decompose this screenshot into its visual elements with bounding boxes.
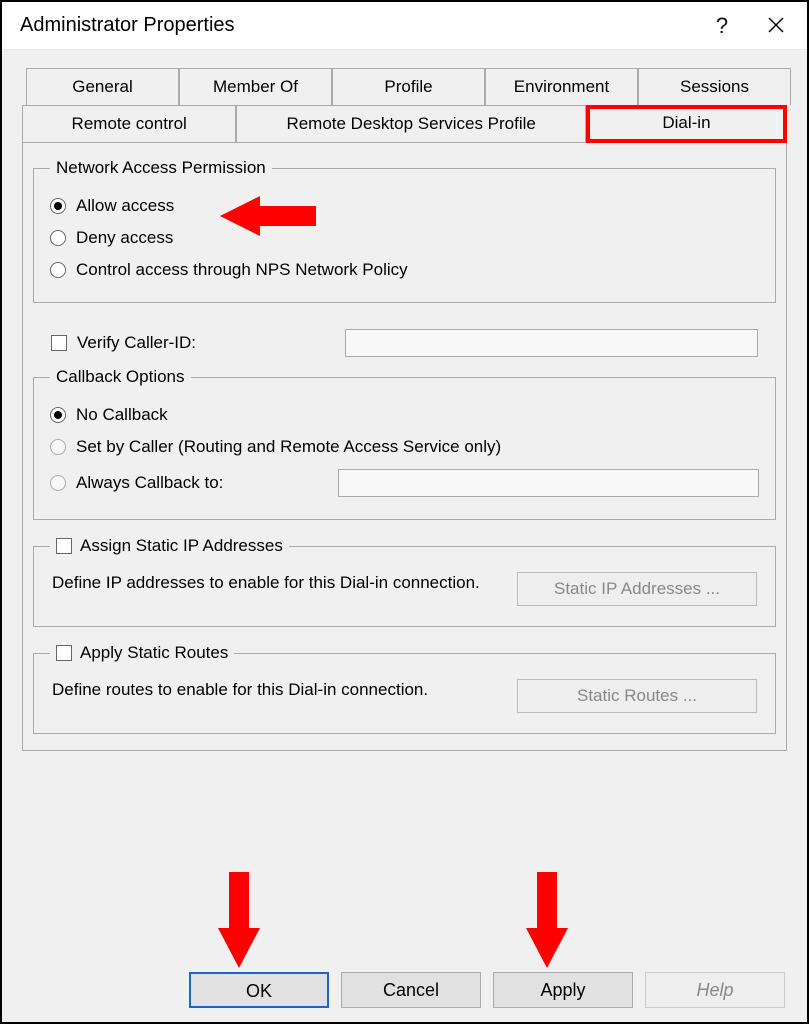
tab-row-2: Remote control Remote Desktop Services P…	[22, 105, 787, 143]
titlebar: Administrator Properties ?	[2, 2, 807, 50]
group-callback-title: Callback Options	[50, 367, 191, 387]
radio-set-by-caller[interactable]	[50, 439, 66, 455]
radio-no-callback-row[interactable]: No Callback	[50, 399, 759, 431]
radio-deny-access-label: Deny access	[76, 228, 173, 248]
radio-always-callback[interactable]	[50, 475, 66, 491]
static-ip-row: Define IP addresses to enable for this D…	[50, 568, 759, 610]
verify-caller-label: Verify Caller-ID:	[77, 333, 257, 353]
static-routes-button[interactable]: Static Routes ...	[517, 679, 757, 713]
help-button[interactable]: Help	[645, 972, 785, 1008]
close-icon[interactable]	[749, 8, 803, 44]
radio-no-callback-label: No Callback	[76, 405, 168, 425]
verify-caller-row: Verify Caller-ID:	[33, 319, 776, 367]
radio-allow-access-row[interactable]: Allow access	[50, 190, 759, 222]
always-callback-input[interactable]	[338, 469, 759, 497]
group-static-routes-legend: Apply Static Routes	[50, 643, 234, 663]
tab-rds-profile[interactable]: Remote Desktop Services Profile	[236, 105, 586, 143]
radio-set-by-caller-row[interactable]: Set by Caller (Routing and Remote Access…	[50, 431, 759, 463]
group-static-ip: Assign Static IP Addresses Define IP add…	[33, 536, 776, 627]
assign-static-ip-label: Assign Static IP Addresses	[80, 536, 283, 556]
radio-deny-access-row[interactable]: Deny access	[50, 222, 759, 254]
tab-profile[interactable]: Profile	[332, 68, 485, 105]
static-routes-desc: Define routes to enable for this Dial-in…	[52, 679, 503, 702]
radio-nps-row[interactable]: Control access through NPS Network Polic…	[50, 254, 759, 286]
apply-static-routes-label: Apply Static Routes	[80, 643, 228, 663]
group-network-access: Network Access Permission Allow access D…	[33, 158, 776, 303]
apply-button[interactable]: Apply	[493, 972, 633, 1008]
group-callback: Callback Options No Callback Set by Call…	[33, 367, 776, 520]
cancel-button[interactable]: Cancel	[341, 972, 481, 1008]
tab-dial-in[interactable]: Dial-in	[586, 105, 787, 143]
radio-allow-access[interactable]	[50, 198, 66, 214]
window-title: Administrator Properties	[20, 14, 695, 37]
static-ip-button[interactable]: Static IP Addresses ...	[517, 572, 757, 606]
arrow-icon	[522, 872, 572, 968]
tab-remote-control[interactable]: Remote control	[22, 105, 236, 143]
assign-static-ip-checkbox[interactable]	[56, 538, 72, 554]
radio-no-callback[interactable]	[50, 407, 66, 423]
arrow-icon	[214, 872, 264, 968]
dialog-body: General Member Of Profile Environment Se…	[2, 50, 807, 1022]
tab-sessions[interactable]: Sessions	[638, 68, 791, 105]
tab-member-of[interactable]: Member Of	[179, 68, 332, 105]
verify-caller-input[interactable]	[345, 329, 758, 357]
radio-set-by-caller-label: Set by Caller (Routing and Remote Access…	[76, 437, 501, 457]
help-icon[interactable]: ?	[695, 8, 749, 44]
arrow-icon	[220, 192, 320, 240]
group-network-access-title: Network Access Permission	[50, 158, 272, 178]
tab-environment[interactable]: Environment	[485, 68, 638, 105]
tab-content: Network Access Permission Allow access D…	[22, 142, 787, 751]
group-static-routes: Apply Static Routes Define routes to ena…	[33, 643, 776, 734]
radio-deny-access[interactable]	[50, 230, 66, 246]
static-routes-row: Define routes to enable for this Dial-in…	[50, 675, 759, 717]
radio-nps-label: Control access through NPS Network Polic…	[76, 260, 408, 280]
radio-allow-access-label: Allow access	[76, 196, 174, 216]
tab-general[interactable]: General	[26, 68, 179, 105]
apply-static-routes-checkbox[interactable]	[56, 645, 72, 661]
radio-always-callback-label: Always Callback to:	[76, 473, 266, 493]
radio-always-callback-row[interactable]: Always Callback to:	[50, 463, 759, 503]
radio-nps[interactable]	[50, 262, 66, 278]
static-ip-desc: Define IP addresses to enable for this D…	[52, 572, 503, 595]
ok-button[interactable]: OK	[189, 972, 329, 1008]
tab-row-1: General Member Of Profile Environment Se…	[26, 68, 791, 105]
dialog-button-bar: OK Cancel Apply Help	[2, 972, 807, 1008]
verify-caller-checkbox[interactable]	[51, 335, 67, 351]
group-static-ip-legend: Assign Static IP Addresses	[50, 536, 289, 556]
